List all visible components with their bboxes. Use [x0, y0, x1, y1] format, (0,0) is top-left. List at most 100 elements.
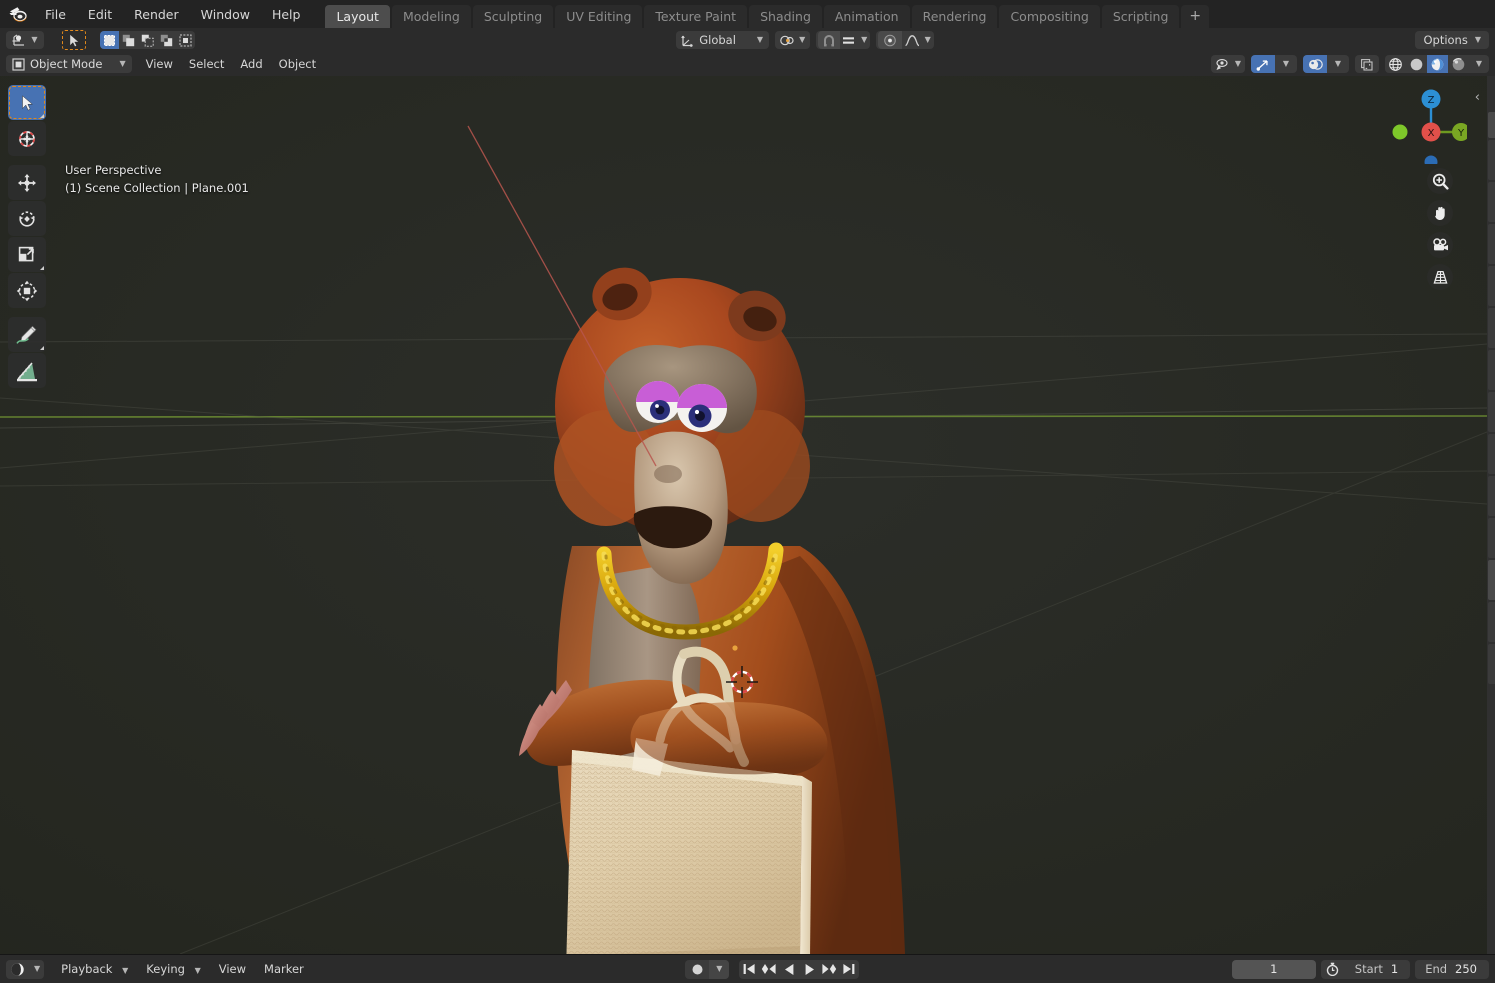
add-workspace-button[interactable]: +	[1181, 5, 1210, 28]
menu-render[interactable]: Render	[123, 4, 190, 25]
workspace-tab-animation[interactable]: Animation	[823, 5, 910, 28]
viewport-menu-select[interactable]: Select	[181, 56, 232, 72]
overlays-toggle[interactable]	[1303, 55, 1327, 73]
jump-to-start-button[interactable]	[739, 960, 759, 979]
properties-tab-11[interactable]	[1488, 560, 1495, 600]
gizmo-toggle[interactable]	[1251, 55, 1275, 73]
properties-tab-7[interactable]	[1488, 392, 1495, 432]
proportional-edit-toggle[interactable]	[878, 31, 903, 49]
properties-tab-3[interactable]	[1488, 224, 1495, 264]
menu-window[interactable]: Window	[190, 4, 261, 25]
viewport-menu-add[interactable]: Add	[232, 56, 270, 72]
workspace-tab-texture-paint[interactable]: Texture Paint	[644, 5, 748, 28]
select-subtract-mode[interactable]	[138, 31, 157, 49]
jump-end-icon	[843, 964, 855, 974]
tool-cursor[interactable]	[8, 121, 46, 156]
properties-tab-5[interactable]	[1488, 308, 1495, 348]
interaction-mode-label: Object Mode	[30, 57, 103, 71]
timeline-menu-playback[interactable]: Playback ▼	[52, 960, 137, 978]
select-intersect-mode[interactable]	[176, 31, 195, 49]
visibility-selector-dropdown[interactable]: ▼	[1210, 55, 1245, 73]
editor-type-3dview-icon[interactable]: ▼	[6, 31, 44, 49]
jump-to-previous-keyframe-button[interactable]	[759, 960, 779, 979]
workspace-tab-rendering[interactable]: Rendering	[911, 5, 998, 28]
interaction-mode-dropdown[interactable]: Object Mode ▼	[6, 55, 132, 73]
options-dropdown[interactable]: Options ▼	[1415, 31, 1489, 49]
properties-tab-13[interactable]	[1488, 644, 1495, 684]
tool-scale[interactable]	[8, 237, 46, 272]
workspace-tab-uv-editing[interactable]: UV Editing	[555, 5, 643, 28]
properties-tab-12[interactable]	[1488, 602, 1495, 642]
stopwatch-icon[interactable]	[1321, 962, 1345, 976]
zoom-view-button[interactable]	[1427, 168, 1453, 194]
overlays-dropdown[interactable]: ▼	[1327, 55, 1349, 73]
shading-dropdown[interactable]: ▼	[1469, 55, 1489, 73]
snap-to-dropdown[interactable]: ▼	[840, 31, 868, 49]
menu-file[interactable]: File	[34, 4, 77, 25]
auto-keying-toggle[interactable]	[685, 960, 709, 979]
viewport-menu-object[interactable]: Object	[271, 56, 324, 72]
toggle-perspective-button[interactable]	[1427, 264, 1453, 290]
properties-tab-1[interactable]	[1488, 140, 1495, 180]
auto-keying-dropdown[interactable]: ▼	[709, 959, 730, 979]
workspace-tab-layout[interactable]: Layout	[325, 5, 390, 28]
properties-editor-collapsed-strip[interactable]	[1487, 76, 1495, 954]
viewport-menu-view[interactable]: View	[138, 56, 181, 72]
properties-tab-8[interactable]	[1488, 434, 1495, 474]
tool-rotate[interactable]	[8, 201, 46, 236]
start-frame-value[interactable]: 1	[1391, 962, 1410, 976]
proportional-falloff-dropdown[interactable]: ▼	[902, 31, 932, 49]
navigation-gizmo[interactable]: X Y Z	[1387, 84, 1467, 164]
shading-material-preview[interactable]	[1427, 55, 1448, 73]
menu-help[interactable]: Help	[261, 4, 312, 25]
timeline-menu-keying[interactable]: Keying ▼	[137, 960, 209, 978]
properties-tab-6[interactable]	[1488, 350, 1495, 390]
tool-tweak[interactable]	[8, 85, 46, 120]
play-reverse-button[interactable]	[779, 960, 799, 979]
gizmo-dropdown[interactable]: ▼	[1275, 55, 1297, 73]
end-frame-group[interactable]: End 250	[1415, 959, 1489, 979]
camera-view-button[interactable]	[1427, 232, 1453, 258]
3d-viewport[interactable]: User Perspective (1) Scene Collection | …	[0, 76, 1487, 954]
workspace-tab-sculpting[interactable]: Sculpting	[472, 5, 554, 28]
properties-tab-4[interactable]	[1488, 266, 1495, 306]
blender-logo-icon[interactable]	[6, 3, 30, 25]
jump-to-end-button[interactable]	[839, 960, 859, 979]
timeline-playback-label: Playback	[61, 962, 113, 976]
pivot-point-dropdown[interactable]: ▼	[775, 31, 811, 49]
editor-type-timeline-icon[interactable]: ▼	[6, 959, 45, 979]
shading-rendered[interactable]	[1448, 55, 1469, 73]
properties-tab-0[interactable]	[1488, 112, 1495, 138]
menu-edit[interactable]: Edit	[77, 4, 123, 25]
properties-tab-10[interactable]	[1488, 518, 1495, 558]
tool-annotate[interactable]	[8, 317, 46, 352]
jump-to-next-keyframe-button[interactable]	[819, 960, 839, 979]
xray-toggle[interactable]	[1355, 55, 1379, 73]
shading-wireframe[interactable]	[1385, 55, 1406, 73]
timeline-menu-marker[interactable]: Marker	[255, 960, 313, 978]
pan-view-button[interactable]	[1427, 200, 1453, 226]
workspace-tab-shading[interactable]: Shading	[749, 5, 822, 28]
select-set-mode[interactable]	[100, 31, 119, 49]
snap-toggle[interactable]	[818, 31, 841, 49]
current-frame-field[interactable]: 1	[1231, 959, 1316, 979]
tool-move[interactable]	[8, 165, 46, 200]
sidebar-toggle-chevron-left-icon[interactable]: ‹	[1475, 90, 1480, 105]
end-frame-value[interactable]: 250	[1455, 962, 1489, 976]
shading-solid[interactable]	[1406, 55, 1427, 73]
select-invert-mode[interactable]	[157, 31, 176, 49]
tool-measure[interactable]	[8, 353, 46, 388]
active-tool-tweak[interactable]	[62, 30, 86, 50]
properties-tab-2[interactable]	[1488, 182, 1495, 222]
tool-transform[interactable]	[8, 273, 46, 308]
play-button[interactable]	[799, 960, 819, 979]
falloff-smooth-icon	[904, 34, 919, 46]
workspace-tab-scripting[interactable]: Scripting	[1101, 5, 1180, 28]
timeline-menu-view[interactable]: View	[210, 960, 255, 978]
properties-tab-9[interactable]	[1488, 476, 1495, 516]
workspace-tab-modeling[interactable]: Modeling	[391, 5, 471, 28]
topbar: File Edit Render Window Help Layout Mode…	[0, 0, 1495, 28]
select-extend-mode[interactable]	[119, 31, 138, 49]
workspace-tab-compositing[interactable]: Compositing	[999, 5, 1100, 28]
transform-orientation-dropdown[interactable]: Global ▼	[676, 31, 770, 49]
